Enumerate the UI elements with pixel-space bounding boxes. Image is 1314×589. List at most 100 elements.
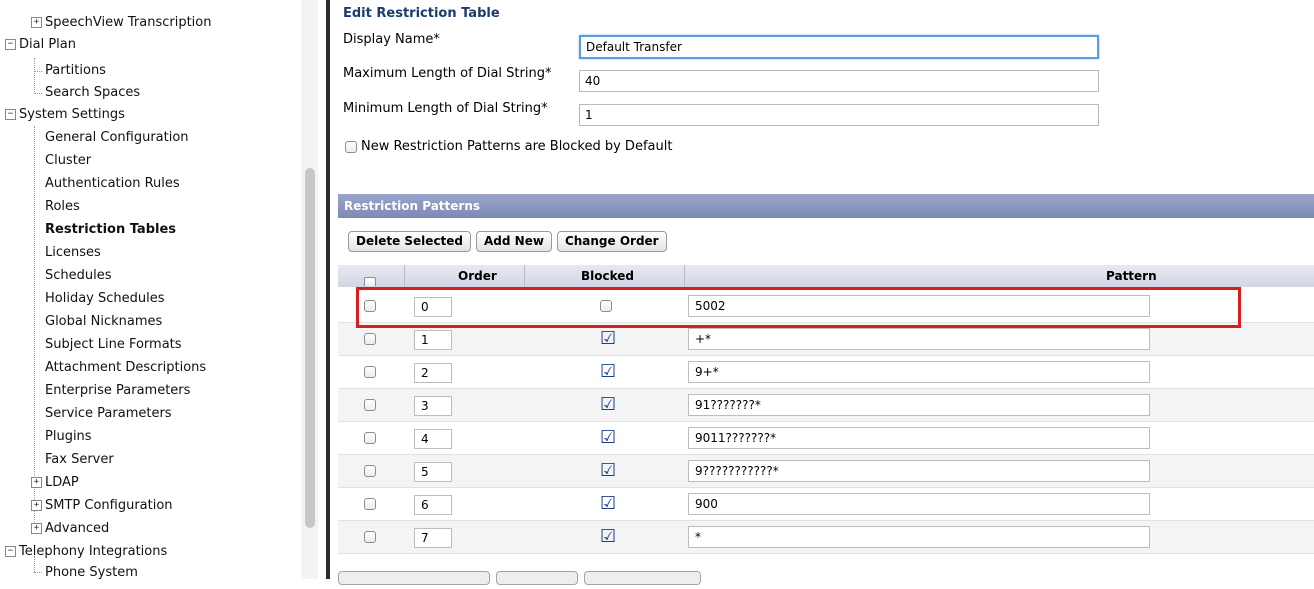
tree-guide bbox=[34, 572, 42, 573]
nav-item-fax-server[interactable]: Fax Server bbox=[45, 449, 114, 471]
pattern-input[interactable]: 91???????* bbox=[688, 394, 1150, 416]
nav-item-plugins[interactable]: Plugins bbox=[45, 426, 92, 448]
blocked-checkbox[interactable]: ☑ bbox=[600, 362, 616, 382]
row-select-checkbox[interactable] bbox=[364, 432, 376, 444]
restriction-patterns-header: Restriction Patterns bbox=[338, 194, 1314, 218]
pattern-row: 5 ☑ 9???????????* bbox=[338, 455, 1314, 488]
blocked-column-header[interactable]: Blocked bbox=[581, 265, 634, 287]
column-separator bbox=[524, 265, 525, 287]
nav-item-licenses[interactable]: Licenses bbox=[45, 242, 101, 264]
pattern-input[interactable]: * bbox=[688, 526, 1150, 548]
nav-item-enterprise-parameters[interactable]: Enterprise Parameters bbox=[45, 380, 190, 402]
pattern-input[interactable]: +* bbox=[688, 328, 1150, 350]
min-length-input[interactable] bbox=[579, 104, 1099, 126]
nav-scrollbar-thumb[interactable] bbox=[305, 168, 315, 528]
pattern-row: 2 ☑ 9+* bbox=[338, 356, 1314, 389]
nav-item-advanced[interactable]: + Advanced bbox=[31, 518, 109, 540]
nav-item-ldap[interactable]: + LDAP bbox=[31, 472, 79, 494]
nav-item-service-parameters[interactable]: Service Parameters bbox=[45, 403, 172, 425]
row-select-checkbox[interactable] bbox=[364, 399, 376, 411]
row-select-checkbox[interactable] bbox=[364, 465, 376, 477]
blocked-checkbox[interactable]: ☑ bbox=[600, 494, 616, 514]
pattern-input[interactable]: 900 bbox=[688, 493, 1150, 515]
order-input[interactable]: 0 bbox=[414, 297, 452, 317]
nav-item-roles[interactable]: Roles bbox=[45, 196, 80, 218]
nav-item-search-spaces[interactable]: Search Spaces bbox=[45, 82, 140, 104]
nav-item-holiday-schedules[interactable]: Holiday Schedules bbox=[45, 288, 165, 310]
pattern-input[interactable]: 9???????????* bbox=[688, 460, 1150, 482]
bottom-button[interactable] bbox=[584, 571, 701, 585]
order-column-header[interactable]: Order bbox=[458, 265, 497, 287]
nav-item-attachment-descriptions[interactable]: Attachment Descriptions bbox=[45, 357, 206, 379]
order-input[interactable]: 5 bbox=[414, 462, 452, 482]
nav-item-subject-line-formats[interactable]: Subject Line Formats bbox=[45, 334, 182, 356]
expand-icon[interactable]: + bbox=[31, 500, 42, 511]
blocked-by-default-checkbox[interactable] bbox=[345, 140, 357, 153]
pattern-row: 7 ☑ * bbox=[338, 521, 1314, 554]
nav-item-dial-plan[interactable]: − Dial Plan bbox=[5, 34, 76, 56]
pattern-input[interactable]: 5002 bbox=[688, 295, 1150, 317]
order-input[interactable]: 4 bbox=[414, 429, 452, 449]
main-panel: Edit Restriction Table Display Name* Max… bbox=[330, 0, 1314, 585]
nav-item-authentication-rules[interactable]: Authentication Rules bbox=[45, 173, 180, 195]
bottom-button[interactable] bbox=[496, 571, 578, 585]
nav-item-schedules[interactable]: Schedules bbox=[45, 265, 112, 287]
order-input[interactable]: 1 bbox=[414, 330, 452, 350]
add-new-button[interactable]: Add New bbox=[476, 231, 552, 252]
row-select-checkbox[interactable] bbox=[364, 333, 376, 345]
nav-item-global-nicknames[interactable]: Global Nicknames bbox=[45, 311, 162, 333]
change-order-button[interactable]: Change Order bbox=[556, 231, 667, 252]
nav-item-speechview-transcription[interactable]: + SpeechView Transcription bbox=[31, 12, 211, 34]
tree-guide-system bbox=[34, 126, 35, 526]
blocked-checkbox[interactable]: ☑ bbox=[600, 527, 616, 547]
checked-checkbox-icon: ☑ bbox=[600, 394, 617, 415]
checked-checkbox-icon: ☑ bbox=[600, 460, 617, 481]
display-name-label: Display Name* bbox=[343, 32, 440, 47]
row-select-checkbox[interactable] bbox=[364, 300, 376, 312]
nav-item-partitions[interactable]: Partitions bbox=[45, 60, 106, 82]
nav-item-cluster[interactable]: Cluster bbox=[45, 150, 91, 172]
nav-item-phone-system[interactable]: Phone System bbox=[45, 562, 138, 579]
checked-checkbox-icon: ☑ bbox=[600, 526, 617, 547]
blocked-checkbox[interactable]: ☑ bbox=[600, 329, 616, 349]
collapse-icon[interactable]: − bbox=[5, 546, 16, 557]
order-input[interactable]: 3 bbox=[414, 396, 452, 416]
order-input[interactable]: 7 bbox=[414, 528, 452, 548]
blocked-checkbox[interactable]: ☑ bbox=[600, 428, 616, 448]
collapse-icon[interactable]: − bbox=[5, 39, 16, 50]
blocked-checkbox[interactable] bbox=[600, 296, 616, 316]
pattern-row: 0 5002 bbox=[338, 290, 1314, 323]
blocked-checkbox[interactable]: ☑ bbox=[600, 461, 616, 481]
row-select-checkbox[interactable] bbox=[364, 366, 376, 378]
bottom-toolbar-peek bbox=[338, 571, 938, 585]
max-length-input[interactable] bbox=[579, 70, 1099, 92]
order-input[interactable]: 2 bbox=[414, 363, 452, 383]
expand-icon[interactable]: + bbox=[31, 477, 42, 488]
nav-item-restriction-tables[interactable]: Restriction Tables bbox=[45, 219, 176, 241]
collapse-icon[interactable]: − bbox=[5, 109, 16, 120]
order-input[interactable]: 6 bbox=[414, 495, 452, 515]
blocked-by-default-option[interactable]: New Restriction Patterns are Blocked by … bbox=[345, 139, 672, 154]
blocked-checkbox[interactable]: ☑ bbox=[600, 395, 616, 415]
navigation-tree: + SpeechView Transcription − Dial Plan Par… bbox=[0, 0, 318, 579]
nav-item-general-configuration[interactable]: General Configuration bbox=[45, 127, 189, 149]
expand-icon[interactable]: + bbox=[31, 17, 42, 28]
nav-item-system-settings[interactable]: − System Settings bbox=[5, 104, 125, 126]
checked-checkbox-icon: ☑ bbox=[600, 361, 617, 382]
pattern-row: 4 ☑ 9011???????* bbox=[338, 422, 1314, 455]
tree-guide bbox=[34, 93, 42, 94]
select-all-checkbox[interactable] bbox=[364, 277, 376, 286]
nav-item-smtp-configuration[interactable]: + SMTP Configuration bbox=[31, 495, 173, 517]
bottom-button[interactable] bbox=[338, 571, 490, 585]
pattern-input[interactable]: 9+* bbox=[688, 361, 1150, 383]
expand-icon[interactable]: + bbox=[31, 523, 42, 534]
pattern-input[interactable]: 9011???????* bbox=[688, 427, 1150, 449]
nav-item-telephony-integrations[interactable]: − Telephony Integrations bbox=[5, 541, 167, 563]
row-select-checkbox[interactable] bbox=[364, 531, 376, 543]
pattern-column-header[interactable]: Pattern bbox=[1106, 265, 1157, 287]
row-select-checkbox[interactable] bbox=[364, 498, 376, 510]
delete-selected-button[interactable]: Delete Selected bbox=[348, 231, 472, 252]
pattern-row: 1 ☑ +* bbox=[338, 323, 1314, 356]
display-name-input[interactable] bbox=[579, 35, 1099, 59]
checked-checkbox-icon: ☑ bbox=[600, 328, 617, 349]
